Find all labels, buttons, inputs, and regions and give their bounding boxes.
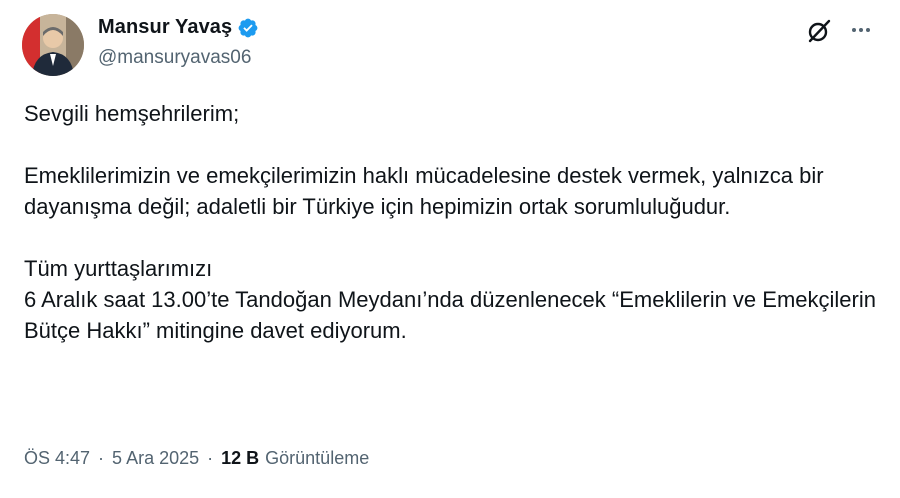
more-dots-icon[interactable] — [846, 18, 876, 42]
meta-separator: · — [207, 448, 214, 468]
views-label: Görüntüleme — [265, 448, 370, 468]
grok-icon[interactable] — [805, 17, 833, 45]
verified-badge-icon[interactable] — [237, 17, 259, 39]
tweet-time[interactable]: ÖS 4:47 — [24, 448, 90, 469]
author-display-name[interactable]: Mansur Yavaş — [98, 16, 232, 39]
views-count: 12 B — [221, 448, 260, 468]
tweet-meta: ÖS 4:47 · 5 Ara 2025 · 12 B Görüntüleme — [24, 448, 369, 469]
profile-photo — [22, 14, 84, 76]
author-name-row[interactable]: Mansur Yavaş — [98, 16, 259, 39]
author-handle[interactable]: @mansuryavas06 — [98, 47, 251, 69]
dot — [866, 28, 870, 32]
dot — [859, 28, 863, 32]
dot — [852, 28, 856, 32]
avatar[interactable] — [22, 14, 84, 76]
tweet-text: Sevgili hemşehrilerim; Emeklilerimizin v… — [24, 101, 876, 343]
meta-separator: · — [98, 448, 105, 468]
tweet-date[interactable]: 5 Ara 2025 — [112, 448, 199, 469]
